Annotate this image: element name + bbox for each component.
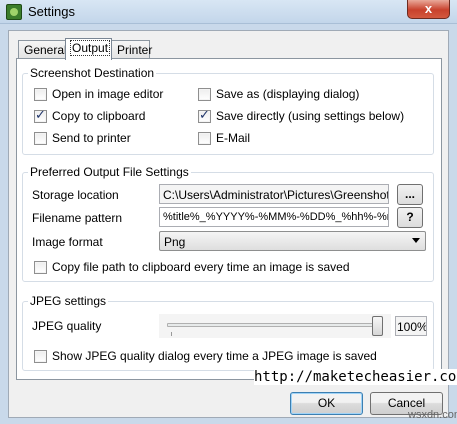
image-format-select[interactable]: Png [159,231,426,251]
jpeg-group-title: JPEG settings [28,294,109,308]
tab-output[interactable]: Output [65,38,112,60]
close-button[interactable]: x [407,0,450,19]
jpeg-quality-slider[interactable] [159,314,391,338]
email-label: E-Mail [216,131,251,145]
copy-path-checkbox[interactable] [34,261,47,274]
destination-group-title: Screenshot Destination [28,66,157,80]
send-to-printer-label: Send to printer [52,131,131,145]
greenshot-app-icon [6,4,22,20]
slider-track [167,323,383,327]
filename-pattern-input[interactable]: %title%_%YYYY%-%MM%-%DD%_%hh%-%mm%- [159,207,389,227]
jpeg-quality-value: 100% [395,316,427,336]
copy-to-clipboard-label: Copy to clipboard [52,109,146,123]
ok-button[interactable]: OK [290,392,363,415]
filename-pattern-label: Filename pattern [32,211,123,225]
image-format-label: Image format [32,235,103,249]
copy-to-clipboard-checkbox[interactable] [34,108,47,123]
slider-thumb[interactable] [372,316,383,336]
open-in-editor-label: Open in image editor [52,87,164,101]
save-as-checkbox[interactable] [198,88,211,101]
storage-location-field[interactable]: C:\Users\Administrator\Pictures\Greensho… [159,184,389,204]
pattern-help-button[interactable]: ? [397,207,423,228]
tab-general[interactable]: General [18,40,67,59]
email-checkbox[interactable] [198,132,211,145]
browse-button[interactable]: ... [397,184,423,205]
window-title: Settings [28,4,75,19]
jpeg-dialog-checkbox[interactable] [34,350,47,363]
send-to-printer-checkbox[interactable] [34,132,47,145]
save-as-label: Save as (displaying dialog) [216,87,360,101]
tab-general-label: General [24,43,67,57]
watermark-url: http://maketecheasier.com [254,369,457,385]
tab-printer[interactable]: Printer [111,40,153,59]
slider-tick-min [171,332,172,336]
jpeg-dialog-label: Show JPEG quality dialog every time a JP… [52,349,377,363]
jpeg-quality-label: JPEG quality [32,319,102,333]
watermark-site: wsxdn.com [408,409,457,421]
tab-printer-label: Printer [117,43,153,57]
save-directly-checkbox[interactable] [198,108,211,123]
open-in-editor-checkbox[interactable] [34,88,47,101]
output-file-group-title: Preferred Output File Settings [28,165,191,179]
copy-path-label: Copy file path to clipboard every time a… [52,260,350,274]
tab-output-label: Output [69,40,111,56]
chevron-down-icon [412,238,420,243]
image-format-value: Png [164,235,186,249]
storage-location-label: Storage location [32,188,119,202]
save-directly-label: Save directly (using settings below) [216,109,405,123]
